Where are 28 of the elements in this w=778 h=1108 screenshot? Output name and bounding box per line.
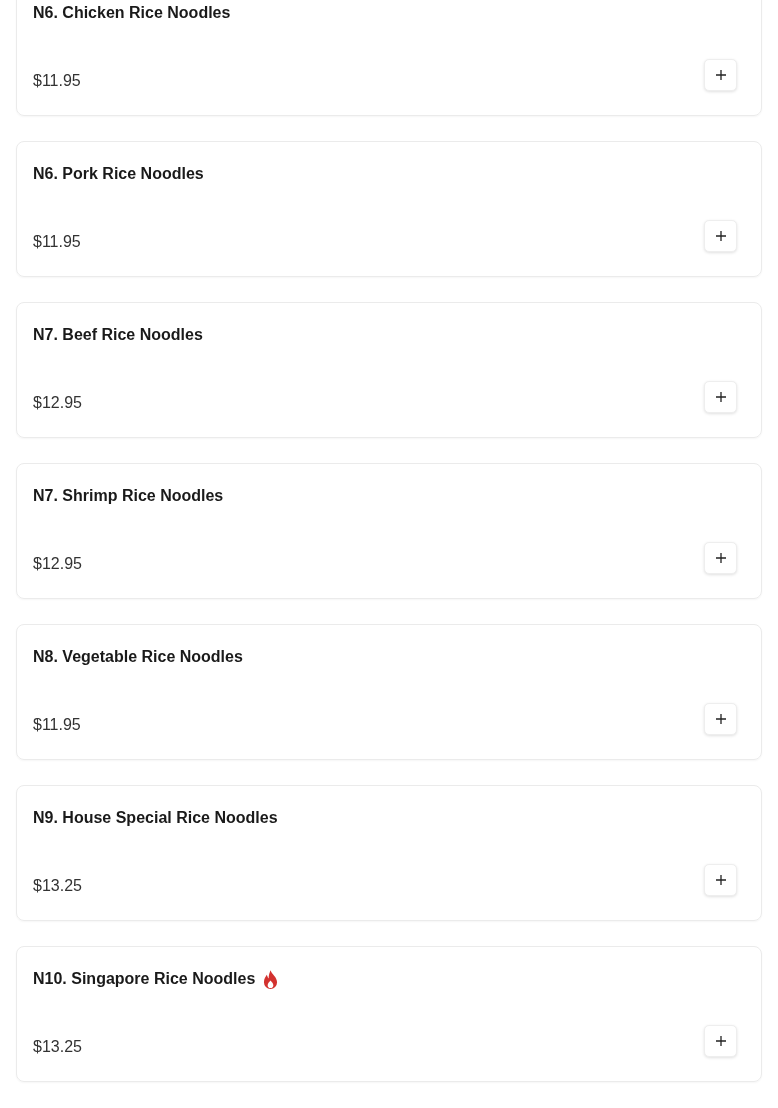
plus-icon [715, 70, 726, 80]
item-name: N9. House Special Rice Noodles [33, 808, 278, 828]
item-price: $12.95 [33, 393, 82, 413]
item-name: N10. Singapore Rice Noodles [33, 969, 256, 989]
item-price: $13.25 [33, 876, 82, 896]
add-button[interactable] [704, 1025, 737, 1057]
add-button[interactable] [704, 542, 737, 574]
item-name: N8. Vegetable Rice Noodles [33, 647, 243, 667]
add-button[interactable] [704, 703, 737, 735]
add-button[interactable] [704, 864, 737, 896]
item-price: $11.95 [33, 71, 81, 91]
add-button[interactable] [704, 381, 737, 413]
item-price: $13.25 [33, 1037, 82, 1057]
plus-icon [715, 875, 726, 885]
add-button[interactable] [704, 220, 737, 252]
item-price: $11.95 [33, 232, 81, 252]
plus-icon [715, 231, 726, 241]
plus-icon [715, 553, 726, 563]
item-price: $11.95 [33, 715, 81, 735]
add-button[interactable] [704, 59, 737, 91]
item-name: N6. Pork Rice Noodles [33, 164, 204, 184]
item-name: N6. Chicken Rice Noodles [33, 3, 231, 23]
item-name: N7. Beef Rice Noodles [33, 325, 203, 345]
item-name: N7. Shrimp Rice Noodles [33, 486, 224, 506]
plus-icon [715, 714, 726, 724]
plus-icon [715, 1036, 726, 1046]
plus-icon [715, 392, 726, 402]
item-price: $12.95 [33, 554, 82, 574]
